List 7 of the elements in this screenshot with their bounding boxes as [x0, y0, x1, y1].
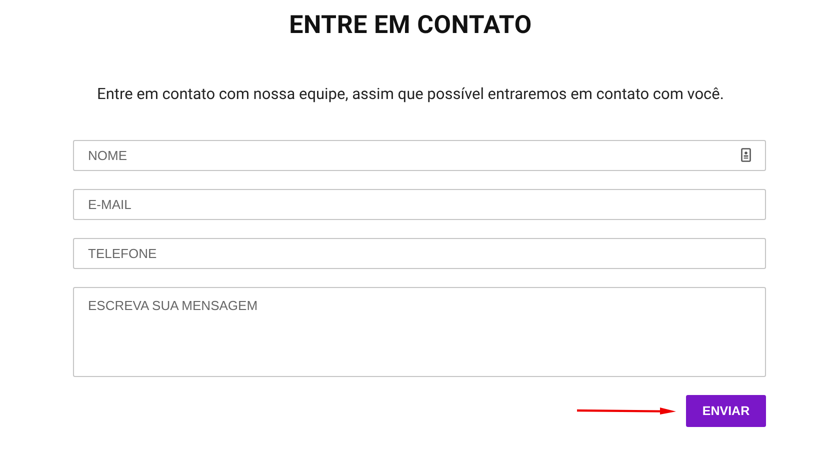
input-field[interactable]: NOME [73, 140, 766, 171]
submit-button[interactable]: ENVIAR [686, 395, 766, 427]
input-field[interactable]: TELEFONE [73, 238, 766, 269]
input-field[interactable]: E-MAIL [73, 189, 766, 220]
intro-text: Entre em contato com nossa equipe, assim que possível entraremos em contato com você. [96, 84, 725, 104]
message-field[interactable]: ESCREVA SUA MENSAGEM [73, 287, 766, 377]
page-title: ENTRE EM CONTATO [288, 10, 533, 42]
